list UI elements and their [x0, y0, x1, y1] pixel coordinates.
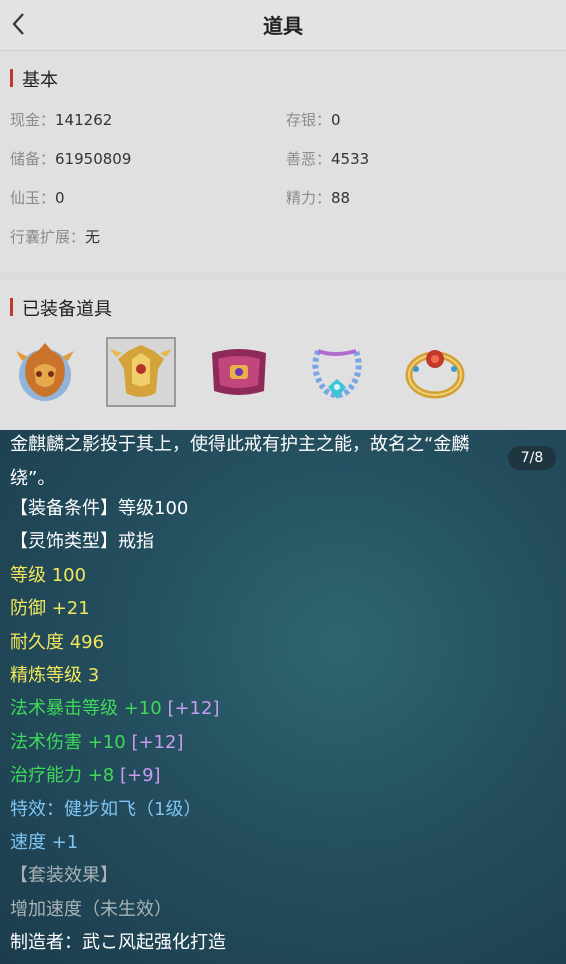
- stat-label: 精力：: [286, 189, 332, 207]
- set-effect-text: 增加速度（未生效）: [10, 899, 172, 920]
- section-title-basic: 基本: [22, 70, 58, 91]
- stat-value: 61950809: [55, 150, 132, 168]
- stat-label: 储备：: [10, 150, 56, 168]
- equipped-card: 已装备道具: [0, 280, 566, 432]
- stat-label: 存银：: [286, 111, 332, 129]
- stat-value: 无: [85, 228, 101, 246]
- stat-label: 现金：: [10, 111, 56, 129]
- item-description-line1: 金麒麟之影投于其上，使得此戒有护主之能，故名之“金麟: [10, 434, 470, 455]
- stat-deposit: 存银：0: [286, 109, 341, 130]
- stat-healing: 治疗能力 +8 [+9]: [10, 764, 161, 788]
- equip-slot-ring[interactable]: [400, 337, 470, 407]
- armor-icon: [110, 345, 172, 397]
- set-effect-title: 【套装效果】: [10, 865, 118, 886]
- item-refine-level: 精炼等级 3: [10, 665, 100, 686]
- item-level: 等级 100: [10, 565, 87, 586]
- stat-magic-damage: 法术伤害 +10 [+12]: [10, 731, 183, 755]
- stat-label: 仙玉：: [10, 189, 56, 207]
- stat-value: 141262: [55, 111, 113, 129]
- item-defense: 防御 +21: [10, 598, 90, 619]
- stat-value: 0: [55, 189, 65, 207]
- stat-karma: 善恶：4533: [286, 148, 369, 169]
- stat-magic-crit: 法术暴击等级 +10 [+12]: [10, 697, 219, 721]
- basic-card: 基本 现金：141262 存银：0 储备：61950809 善恶：4533 仙玉…: [0, 51, 566, 271]
- section-accent-bar: [10, 69, 13, 87]
- special-effect: 特效：健步如飞（1级）: [10, 799, 202, 820]
- stat-cash: 现金：141262: [10, 109, 112, 130]
- item-durability: 耐久度 496: [10, 632, 105, 653]
- ring-icon: [405, 350, 465, 399]
- stat-energy: 精力：88: [286, 187, 350, 208]
- section-accent-bar: [10, 298, 13, 316]
- necklace-icon: [312, 349, 362, 399]
- stat-label: 善恶：: [286, 150, 332, 168]
- stat-value: 0: [331, 111, 341, 129]
- stat-label: 行囊扩展：: [10, 228, 86, 246]
- stat-bonus: [+12]: [131, 732, 184, 753]
- stat-value: 4533: [331, 150, 370, 168]
- stat-speed: 速度 +1: [10, 832, 79, 853]
- stat-bag-expand: 行囊扩展：无: [10, 226, 100, 247]
- equip-slot-necklace[interactable]: [302, 337, 372, 407]
- stat-base: 法术暴击等级 +10: [10, 698, 162, 719]
- stat-base: 治疗能力 +8: [10, 765, 115, 786]
- equip-slot-belt[interactable]: [204, 337, 274, 407]
- stat-base: 法术伤害 +10: [10, 732, 126, 753]
- belt-icon: [212, 349, 266, 395]
- item-description-line2: 绕”。: [10, 468, 56, 489]
- equip-requirement: 【装备条件】等级100: [10, 498, 189, 519]
- page-indicator-badge: 7/8: [508, 446, 556, 470]
- nav-bar: 道具: [0, 0, 566, 51]
- helmet-icon: [16, 343, 74, 401]
- ornament-type: 【灵饰类型】戒指: [10, 531, 154, 552]
- section-title-equipped: 已装备道具: [22, 299, 112, 320]
- stat-jade: 仙玉：0: [10, 187, 65, 208]
- item-tooltip-panel: 7/8 金麒麟之影投于其上，使得此戒有护主之能，故名之“金麟 绕”。 【装备条件…: [0, 430, 566, 964]
- stat-reserve: 储备：61950809: [10, 148, 131, 169]
- equip-slot-helmet[interactable]: [10, 337, 80, 407]
- stat-bonus: [+9]: [120, 765, 161, 786]
- page-title: 道具: [263, 14, 303, 38]
- item-maker: 制造者：武こ风起强化打造: [10, 932, 226, 953]
- stat-value: 88: [331, 189, 351, 207]
- equip-slot-armor[interactable]: [106, 337, 176, 407]
- stat-bonus: [+12]: [167, 698, 220, 719]
